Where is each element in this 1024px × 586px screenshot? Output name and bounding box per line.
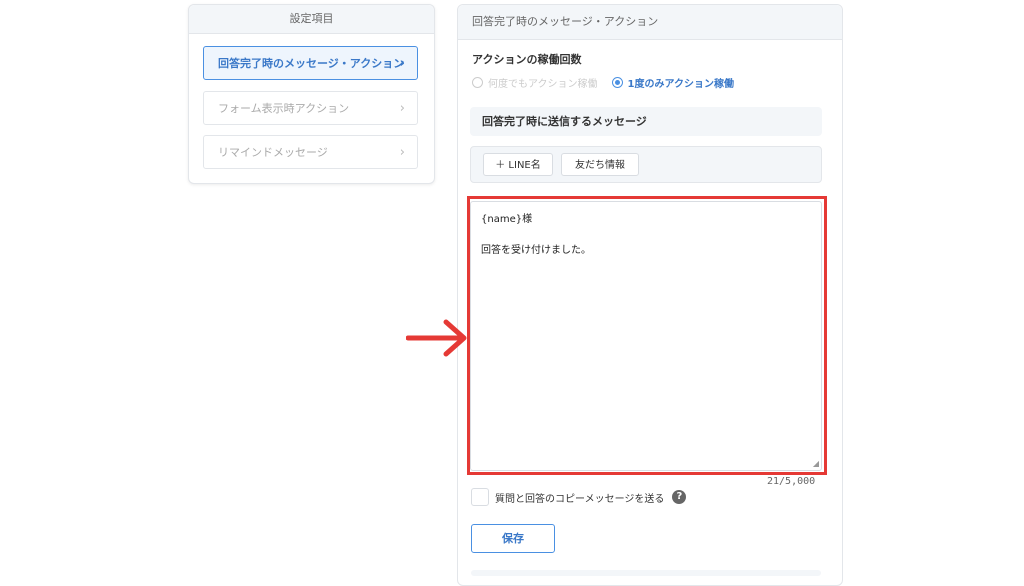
insert-friend-info-button[interactable]: 友だち情報 xyxy=(561,153,639,176)
menu-item-label: 回答完了時のメッセージ・アクション xyxy=(218,57,405,70)
message-line: 回答を受け付けました。 xyxy=(481,245,591,256)
option-any-times-label: 何度でもアクション稼働 xyxy=(488,79,598,90)
chevron-right-icon: › xyxy=(399,145,405,160)
settings-menu-card: 設定項目 回答完了時のメッセージ・アクション › フォーム表示時アクション › … xyxy=(188,4,435,184)
resize-handle-icon[interactable]: ◢ xyxy=(813,459,819,468)
next-section-strip xyxy=(471,570,821,576)
chevron-right-icon: › xyxy=(399,101,405,116)
char-counter: 21/5,000 xyxy=(767,476,816,487)
chevron-right-icon: › xyxy=(399,56,405,71)
action-count-label: アクションの稼働回数 xyxy=(472,53,582,66)
message-line: {name}様 xyxy=(481,214,533,225)
insert-toolbar: ＋ LINE名 友だち情報 xyxy=(470,146,822,183)
option-once-only-label: 1度のみアクション稼働 xyxy=(627,79,734,90)
menu-item-form-display-action[interactable]: フォーム表示時アクション › xyxy=(203,91,418,125)
message-section-label: 回答完了時に送信するメッセージ xyxy=(470,107,822,136)
copy-message-option: 質問と回答のコピーメッセージを送る ? xyxy=(471,488,687,506)
menu-item-label: フォーム表示時アクション xyxy=(218,102,350,115)
menu-item-remind-message[interactable]: リマインドメッセージ › xyxy=(203,135,418,169)
settings-menu-title: 設定項目 xyxy=(189,5,434,34)
insert-line-name-button[interactable]: ＋ LINE名 xyxy=(483,153,553,176)
action-count-options: 何度でもアクション稼働 1度のみアクション稼働 xyxy=(472,75,734,90)
message-textarea[interactable]: {name}様 回答を受け付けました。 ◢ xyxy=(470,201,822,471)
menu-item-completion-message[interactable]: 回答完了時のメッセージ・アクション › xyxy=(203,46,418,80)
radio-once-only[interactable] xyxy=(611,77,623,88)
menu-item-label: リマインドメッセージ xyxy=(218,146,328,159)
arrow-right-icon xyxy=(406,319,467,357)
save-button[interactable]: 保存 xyxy=(471,524,555,553)
copy-message-label: 質問と回答のコピーメッセージを送る xyxy=(495,493,665,505)
panel-title: 回答完了時のメッセージ・アクション xyxy=(458,5,842,40)
help-icon[interactable]: ? xyxy=(672,490,687,504)
copy-message-checkbox[interactable] xyxy=(471,488,489,506)
radio-any-times[interactable] xyxy=(472,77,483,88)
